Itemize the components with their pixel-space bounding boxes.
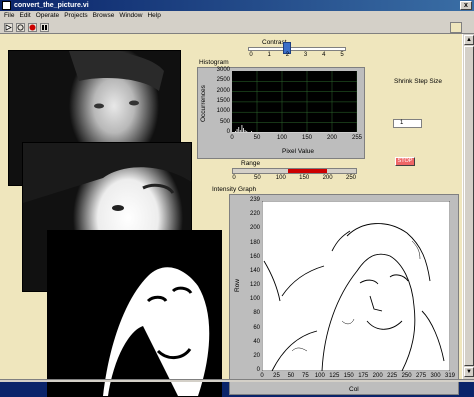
- histogram-y-tick: 3000: [216, 67, 230, 73]
- range-label: Range: [241, 160, 261, 167]
- menu-item-file[interactable]: File: [4, 12, 14, 19]
- contrast-tick: 2: [285, 52, 290, 58]
- intensity-y-tick: 120: [249, 282, 260, 288]
- histogram-bar: [241, 125, 243, 133]
- scroll-down-icon[interactable]: ▼: [464, 367, 474, 377]
- run-arrow-icon[interactable]: [4, 23, 13, 32]
- scroll-up-icon[interactable]: ▲: [464, 35, 474, 45]
- scroll-thumb[interactable]: [464, 46, 474, 366]
- intensity-graph-title: Intensity Graph: [212, 186, 257, 193]
- intensity-y-tick: 40: [253, 338, 260, 345]
- intensity-y-tick: 160: [249, 253, 260, 260]
- range-tick: 150: [299, 175, 310, 181]
- toolbar: [0, 21, 474, 34]
- range-tick: 100: [275, 175, 286, 181]
- abort-icon[interactable]: [28, 23, 37, 32]
- histogram-x-tick: 200: [326, 135, 337, 141]
- contrast-slider[interactable]: [248, 47, 346, 51]
- intensity-y-tick: 140: [249, 267, 260, 274]
- menu-item-operate[interactable]: Operate: [36, 12, 60, 19]
- vi-icon: [450, 22, 462, 33]
- front-panel: Contrast 012345 Histogram 3000 2500 2000 15…: [0, 34, 462, 397]
- histogram-y-tick: 2000: [216, 87, 230, 94]
- contrast-tick: 5: [340, 52, 344, 58]
- close-button[interactable]: x: [460, 1, 472, 10]
- intensity-y-tick: 100: [249, 296, 260, 303]
- menu-item-edit[interactable]: Edit: [19, 12, 30, 19]
- histogram-plot: [232, 71, 357, 133]
- stop-button[interactable]: STOP: [395, 157, 415, 166]
- app-icon: [2, 1, 11, 10]
- histogram-baseline: [232, 132, 357, 133]
- range-selection[interactable]: [287, 169, 327, 173]
- histogram-y-tick: 500: [219, 118, 230, 125]
- histogram-x-tick: 150: [301, 135, 312, 141]
- menu-item-window[interactable]: Window: [119, 12, 142, 19]
- shrink-step-input[interactable]: 1: [393, 119, 422, 128]
- histogram-x-tick: 100: [276, 135, 287, 141]
- title-bar[interactable]: convert_the_picture.vi x: [0, 0, 474, 11]
- histogram-x-tick: 50: [253, 135, 261, 141]
- contrast-tick: 1: [267, 52, 271, 58]
- range-tick: 50: [254, 175, 261, 181]
- range-tick: 200: [322, 175, 333, 181]
- contrast-tick: 0: [249, 52, 253, 58]
- histogram-title: Histogram: [199, 59, 229, 66]
- intensity-y-tick: 239: [249, 197, 260, 203]
- menu-item-browse[interactable]: Browse: [93, 12, 115, 19]
- menu-item-help[interactable]: Help: [147, 12, 160, 19]
- histogram-y-tick: 2500: [216, 77, 230, 84]
- menu-bar: File Edit Operate Projects Browse Window Help: [0, 11, 474, 21]
- pause-icon[interactable]: [40, 23, 49, 32]
- shrink-step-value: 1: [400, 120, 404, 126]
- range-tick: 0: [232, 175, 236, 181]
- app-window: convert_the_picture.vi x File Edit Operate…: [0, 0, 474, 397]
- contrast-tick: 3: [303, 52, 308, 58]
- histogram-ylabel: Occurrences: [200, 85, 207, 122]
- vertical-scrollbar[interactable]: ▲ ▼: [462, 34, 474, 379]
- histogram-x-tick: 255: [351, 135, 362, 141]
- intensity-ylabel: Row: [234, 278, 241, 292]
- intensity-y-tick: 220: [249, 211, 260, 218]
- histogram-y-tick: 1000: [216, 108, 230, 115]
- contrast-tick: 4: [322, 52, 326, 58]
- intensity-graph-plot: [262, 201, 450, 371]
- menu-item-projects[interactable]: Projects: [64, 12, 87, 19]
- intensity-y-tick: 60: [253, 324, 260, 331]
- run-continuously-icon[interactable]: [16, 23, 25, 32]
- histogram-x-tick: 0: [230, 135, 234, 141]
- intensity-y-tick: 200: [249, 225, 260, 232]
- window-title: convert_the_picture.vi: [14, 2, 89, 9]
- intensity-y-tick: 20: [253, 352, 260, 359]
- histogram-xlabel: Pixel Value: [282, 148, 315, 155]
- shrink-step-label: Shrink Step Size: [394, 78, 443, 85]
- range-tick: 250: [345, 175, 356, 181]
- histogram-y-tick: 1500: [216, 98, 230, 104]
- intensity-y-tick: 80: [253, 310, 260, 317]
- threshold-photo: [47, 230, 222, 397]
- intensity-xlabel: Col: [349, 386, 359, 393]
- intensity-y-tick: 180: [249, 239, 260, 246]
